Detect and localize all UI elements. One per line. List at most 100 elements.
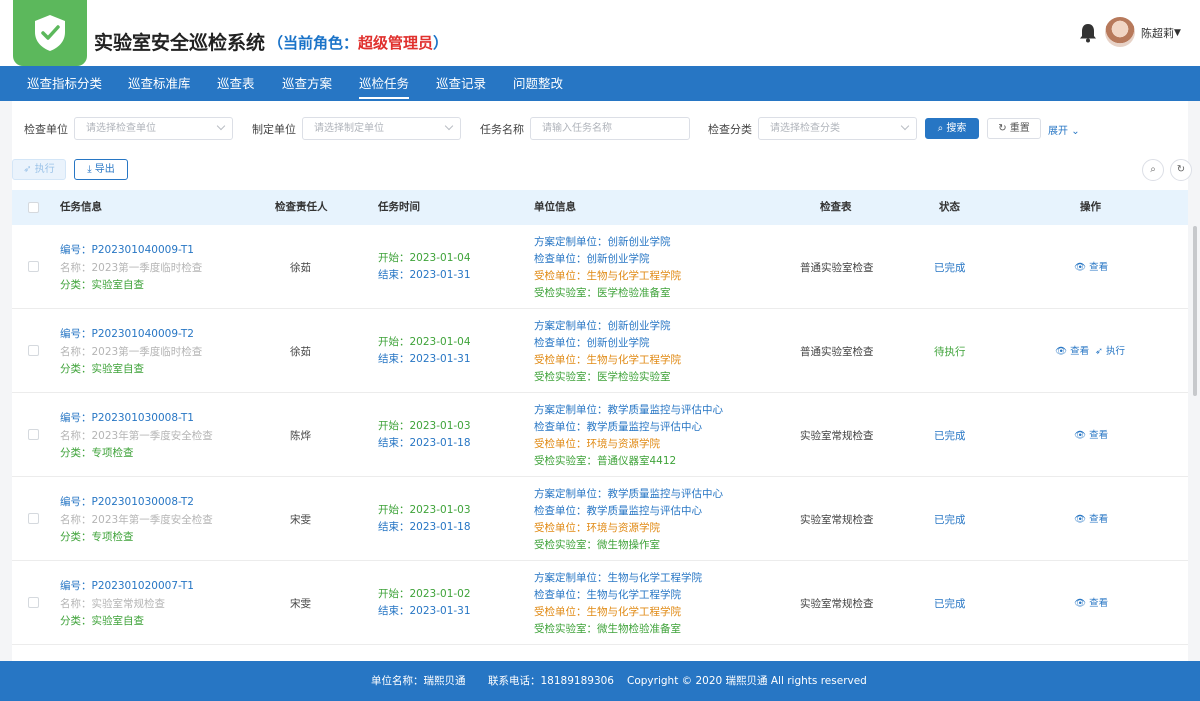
expand-link[interactable]: 展开 ⌄ xyxy=(1048,122,1080,137)
task-name-placeholder: 请输入任务名称 xyxy=(542,123,612,134)
task-code: 编号：P202301030008-T2 xyxy=(60,496,194,508)
execute-button[interactable]: ➶ 执行 xyxy=(12,159,66,180)
row-checkbox[interactable] xyxy=(28,513,39,524)
responsible-person: 徐茹 xyxy=(290,262,311,274)
select-all-checkbox[interactable] xyxy=(28,202,39,213)
inspect-unit-select[interactable]: 请选择检查单位 xyxy=(74,117,233,140)
view-button[interactable]: 👁︎ 查看 xyxy=(1074,427,1108,441)
inspection-sheet: 实验室常规检查 xyxy=(800,598,874,610)
refresh-icon: ↻ xyxy=(1176,164,1186,175)
inspection-sheet: 普通实验室检查 xyxy=(800,346,874,358)
nav-item-issue-rectify[interactable]: 问题整改 xyxy=(513,66,563,101)
table-row: 编号：P202301030008-T1 名称：2023年第一季度安全检查 分类：… xyxy=(12,393,1188,477)
col-sheet: 检查表 xyxy=(820,201,852,213)
search-button[interactable]: ⌕ 搜索 xyxy=(925,118,979,139)
task-name-input[interactable]: 请输入任务名称 xyxy=(530,117,690,140)
status-badge: 已完成 xyxy=(934,430,966,442)
chevron-down-icon xyxy=(216,121,226,131)
role-suffix: ） xyxy=(433,34,449,52)
user-name[interactable]: 陈超莉 xyxy=(1141,25,1174,41)
bell-icon[interactable] xyxy=(1079,23,1097,43)
inspection-sheet: 实验室常规检查 xyxy=(800,430,874,442)
table-row: 编号：P202301040009-T1 名称：2023第一季度临时检查 分类：实… xyxy=(12,225,1188,309)
task-name: 名称：2023第一季度临时检查 xyxy=(60,262,203,274)
footer-unit: 单位名称：瑞熙贝通 xyxy=(371,675,466,687)
task-code: 编号：P202301020007-T1 xyxy=(60,580,194,592)
table-header: 任务信息 检查责任人 任务时间 单位信息 检查表 状态 操作 xyxy=(12,190,1188,225)
task-code: 编号：P202301030008-T1 xyxy=(60,412,194,424)
eye-icon: 👁︎ xyxy=(1055,346,1068,357)
reset-button-label: 重置 xyxy=(1009,123,1030,134)
end-date: 结束：2023-01-31 xyxy=(378,269,471,281)
app-logo xyxy=(13,0,87,66)
view-button[interactable]: 👁︎ 查看 xyxy=(1074,259,1108,273)
nav-item-inspection-plan[interactable]: 巡查方案 xyxy=(282,66,332,101)
current-role: （当前角色：超级管理员） xyxy=(268,32,448,53)
status-badge: 已完成 xyxy=(934,598,966,610)
execute-row-button[interactable]: ➶ 执行 xyxy=(1095,343,1125,357)
eye-icon: 👁︎ xyxy=(1074,598,1087,609)
task-name: 名称：2023第一季度临时检查 xyxy=(60,346,203,358)
search-icon: ⌕ xyxy=(1150,164,1156,175)
view-button[interactable]: 👁︎ 查看 xyxy=(1074,511,1108,525)
nav-item-inspection-task[interactable]: 巡检任务 xyxy=(359,66,410,101)
export-button[interactable]: ⤓ 导出 xyxy=(74,159,128,180)
inspection-sheet: 普通实验室检查 xyxy=(800,262,874,274)
responsible-person: 宋雯 xyxy=(290,598,311,610)
nav-item-indicator-category[interactable]: 巡查指标分类 xyxy=(27,66,102,101)
start-date: 开始：2023-01-04 xyxy=(378,336,471,348)
task-category: 分类：实验室自查 xyxy=(60,279,144,291)
task-category: 分类：实验室自查 xyxy=(60,363,144,375)
inspected-lab: 受检实验室：微生物检验准备室 xyxy=(534,623,681,635)
status-badge: 已完成 xyxy=(934,262,966,274)
app-header: 实验室安全巡检系统 （当前角色：超级管理员） 陈超莉 ▼ xyxy=(0,0,1200,66)
responsible-person: 宋雯 xyxy=(290,514,311,526)
start-date: 开始：2023-01-04 xyxy=(378,252,471,264)
search-icon: ⌕ xyxy=(937,123,944,134)
nav-item-inspection-sheet[interactable]: 巡查表 xyxy=(217,66,255,101)
custom-unit-label: 制定单位 xyxy=(252,123,296,136)
view-button-label: 查看 xyxy=(1089,262,1109,273)
row-checkbox[interactable] xyxy=(28,429,39,440)
inspected-lab: 受检实验室：微生物操作室 xyxy=(534,539,660,551)
view-button[interactable]: 👁︎ 查看 xyxy=(1074,595,1108,609)
inspected-lab: 受检实验室：医学检验准备室 xyxy=(534,287,671,299)
chevron-down-icon xyxy=(900,121,910,131)
row-checkbox[interactable] xyxy=(28,345,39,356)
inspected-lab: 受检实验室：普通仪器室4412 xyxy=(534,455,677,467)
end-date: 结束：2023-01-18 xyxy=(378,437,471,449)
view-button-label: 查看 xyxy=(1089,598,1109,609)
row-checkbox[interactable] xyxy=(28,261,39,272)
user-avatar[interactable] xyxy=(1105,17,1135,47)
start-date: 开始：2023-01-03 xyxy=(378,504,471,516)
col-task-info: 任务信息 xyxy=(60,201,102,213)
reset-button[interactable]: ↻ 重置 xyxy=(987,118,1041,139)
search-toggle-button[interactable]: ⌕ xyxy=(1142,159,1164,181)
task-name: 名称：2023年第一季度安全检查 xyxy=(60,514,213,526)
view-button-label: 查看 xyxy=(1070,346,1090,357)
task-name-label: 任务名称 xyxy=(480,123,524,136)
responsible-person: 徐茹 xyxy=(290,346,311,358)
inspect-unit: 检查单位：教学质量监控与评估中心 xyxy=(534,505,702,517)
category-select[interactable]: 请选择检查分类 xyxy=(758,117,917,140)
view-button-label: 查看 xyxy=(1089,514,1109,525)
custom-unit-select[interactable]: 请选择制定单位 xyxy=(302,117,461,140)
caret-down-icon[interactable]: ▼ xyxy=(1174,28,1181,38)
view-button[interactable]: 👁︎ 查看 xyxy=(1055,343,1089,357)
role-prefix: （当前角色： xyxy=(268,34,359,52)
nav-item-standard-library[interactable]: 巡查标准库 xyxy=(128,66,191,101)
col-action: 操作 xyxy=(1080,201,1101,213)
task-name: 名称：实验室常规检查 xyxy=(60,598,165,610)
eye-icon: 👁︎ xyxy=(1074,514,1087,525)
inspected-lab: 受检实验室：医学检验实验室 xyxy=(534,371,671,383)
chevron-down-icon: ⌄ xyxy=(1071,126,1080,137)
refresh-button[interactable]: ↻ xyxy=(1170,159,1192,181)
inspect-unit-placeholder: 请选择检查单位 xyxy=(86,123,156,134)
vertical-scrollbar[interactable] xyxy=(1193,226,1197,396)
row-checkbox[interactable] xyxy=(28,597,39,608)
col-person: 检查责任人 xyxy=(275,201,328,213)
task-code: 编号：P202301040009-T1 xyxy=(60,244,194,256)
nav-item-inspection-record[interactable]: 巡查记录 xyxy=(436,66,486,101)
task-name: 名称：2023年第一季度安全检查 xyxy=(60,430,213,442)
execute-row-label: 执行 xyxy=(1106,346,1126,357)
